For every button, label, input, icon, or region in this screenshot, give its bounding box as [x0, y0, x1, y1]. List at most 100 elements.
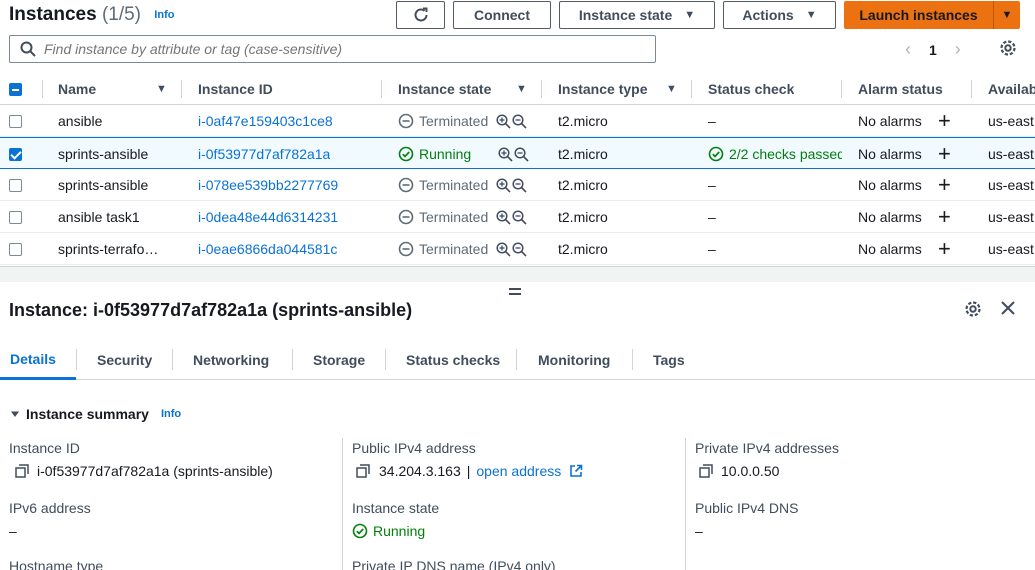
- zoom-out-icon[interactable]: [512, 209, 527, 225]
- column-divider[interactable]: [42, 80, 43, 98]
- table-settings-button[interactable]: [998, 38, 1018, 61]
- search-input[interactable]: [44, 41, 624, 57]
- stopped-icon: [398, 113, 414, 129]
- cell-alarm: No alarms: [858, 146, 922, 162]
- info-link[interactable]: Info: [161, 408, 181, 420]
- search-bar[interactable]: [9, 35, 656, 63]
- instance-summary-header[interactable]: Instance summary Info: [10, 406, 181, 422]
- state-text: Terminated: [419, 177, 489, 193]
- add-alarm-plus-icon[interactable]: +: [938, 169, 951, 201]
- state-text: Terminated: [419, 241, 489, 257]
- col-name[interactable]: Name: [58, 73, 96, 105]
- col-instance-type[interactable]: Instance type: [558, 73, 647, 105]
- column-divider[interactable]: [841, 80, 842, 98]
- column-divider[interactable]: [381, 80, 382, 98]
- row-checkbox[interactable]: [9, 169, 22, 201]
- row-checkbox[interactable]: [9, 233, 22, 265]
- zoom-in-icon[interactable]: [496, 177, 511, 193]
- cell-state: Terminated: [398, 169, 527, 201]
- tab-tags[interactable]: Tags: [653, 340, 685, 380]
- column-divider[interactable]: [541, 80, 542, 98]
- add-alarm-plus-icon[interactable]: +: [938, 233, 951, 265]
- zoom-out-icon[interactable]: [512, 113, 527, 129]
- select-all-checkbox[interactable]: [9, 73, 22, 105]
- cell-name: sprints-ansible: [58, 146, 149, 162]
- field-label: Private IPv4 addresses: [695, 440, 839, 456]
- add-alarm-plus-icon[interactable]: +: [938, 201, 951, 233]
- tab-monitoring[interactable]: Monitoring: [538, 340, 610, 380]
- status-text: 2/2 checks passed: [729, 146, 842, 162]
- open-address-link[interactable]: open address: [476, 463, 561, 479]
- drag-handle-icon[interactable]: [509, 288, 521, 298]
- split-panel-divider[interactable]: [0, 266, 1035, 282]
- copy-icon[interactable]: [699, 464, 713, 478]
- field-label: Public IPv4 DNS: [695, 500, 799, 516]
- copy-icon[interactable]: [15, 464, 29, 478]
- instance-id-link[interactable]: i-078ee539bb2277769: [198, 169, 338, 201]
- zoom-controls: [496, 177, 527, 193]
- table-row[interactable]: ansible i-0af47e159403c1ce8 Terminated t…: [0, 105, 1035, 137]
- table-row[interactable]: ansible task1 i-0dea48e44d6314231 Termin…: [0, 201, 1035, 233]
- tab-security[interactable]: Security: [97, 340, 152, 380]
- chevron-right-icon[interactable]: ›: [955, 39, 961, 60]
- cell-status: –: [708, 241, 716, 257]
- launch-options-dropdown[interactable]: ▼: [993, 1, 1020, 29]
- private-ip-value: 10.0.0.50: [721, 463, 780, 479]
- col-status-check[interactable]: Status check: [708, 73, 794, 105]
- zoom-in-icon[interactable]: [496, 241, 511, 257]
- sort-caret-icon[interactable]: ▼: [666, 83, 677, 95]
- row-checkbox[interactable]: [9, 138, 22, 170]
- copy-icon[interactable]: [356, 464, 370, 478]
- page-title: Instances (1/5) Info: [9, 4, 174, 26]
- instance-id-link[interactable]: i-0f53977d7af782a1a: [198, 138, 330, 170]
- zoom-in-icon[interactable]: [496, 113, 511, 129]
- zoom-out-icon[interactable]: [512, 177, 527, 193]
- zoom-out-icon[interactable]: [512, 241, 527, 257]
- connect-button[interactable]: Connect: [453, 1, 551, 29]
- field-instance-id: Instance ID i-0f53977d7af782a1a (sprints…: [9, 440, 273, 479]
- table-row[interactable]: sprints-ansible i-078ee539bb2277769 Term…: [0, 169, 1035, 201]
- col-instance-state[interactable]: Instance state: [398, 73, 491, 105]
- close-panel-button[interactable]: [999, 299, 1017, 320]
- instance-id-link[interactable]: i-0af47e159403c1ce8: [198, 105, 333, 137]
- checkbox: [9, 210, 22, 224]
- zoom-out-icon[interactable]: [514, 146, 529, 162]
- table-row-selected[interactable]: sprints-ansible i-0f53977d7af782a1a Runn…: [0, 137, 1035, 169]
- tab-networking[interactable]: Networking: [193, 340, 269, 380]
- actions-dropdown[interactable]: Actions ▼: [723, 1, 836, 29]
- external-link-icon[interactable]: [569, 464, 583, 478]
- col-alarm-status[interactable]: Alarm status: [858, 73, 943, 105]
- instance-state-dropdown[interactable]: Instance state ▼: [559, 1, 715, 29]
- tab-storage[interactable]: Storage: [313, 340, 365, 380]
- field-public-ipv4: Public IPv4 address 34.204.3.163 | open …: [352, 440, 583, 479]
- panel-settings-button[interactable]: [963, 299, 983, 322]
- column-divider[interactable]: [971, 80, 972, 98]
- zoom-in-icon[interactable]: [496, 209, 511, 225]
- info-link[interactable]: Info: [154, 9, 174, 21]
- zoom-in-icon[interactable]: [498, 146, 513, 162]
- sort-caret-icon[interactable]: ▼: [156, 83, 167, 95]
- page-number[interactable]: 1: [929, 42, 937, 58]
- sort-caret-icon[interactable]: ▼: [516, 83, 527, 95]
- add-alarm-plus-icon[interactable]: +: [938, 105, 951, 137]
- chevron-left-icon[interactable]: ‹: [905, 39, 911, 60]
- details-tabs: Details Security Networking Storage Stat…: [0, 340, 1035, 380]
- tab-details[interactable]: Details: [0, 340, 76, 380]
- summary-title: Instance summary: [26, 406, 149, 422]
- col-availability-zone[interactable]: Availab: [988, 73, 1035, 105]
- launch-instances-button[interactable]: Launch instances: [844, 1, 993, 29]
- instance-id-link[interactable]: i-0eae6866da044581c: [198, 233, 337, 265]
- cell-type: t2.micro: [558, 177, 608, 193]
- add-alarm-plus-icon[interactable]: +: [938, 138, 951, 170]
- column-divider[interactable]: [181, 80, 182, 98]
- gear-icon: [1000, 40, 1016, 56]
- tab-status-checks[interactable]: Status checks: [406, 340, 500, 380]
- refresh-button[interactable]: [396, 1, 445, 29]
- table-row[interactable]: sprints-terrafo… i-0eae6866da044581c Ter…: [0, 233, 1035, 265]
- instance-id-link[interactable]: i-0dea48e44d6314231: [198, 201, 338, 233]
- row-checkbox[interactable]: [9, 105, 22, 137]
- column-divider[interactable]: [691, 80, 692, 98]
- launch-label: Launch instances: [859, 7, 978, 23]
- col-instance-id[interactable]: Instance ID: [198, 73, 273, 105]
- row-checkbox[interactable]: [9, 201, 22, 233]
